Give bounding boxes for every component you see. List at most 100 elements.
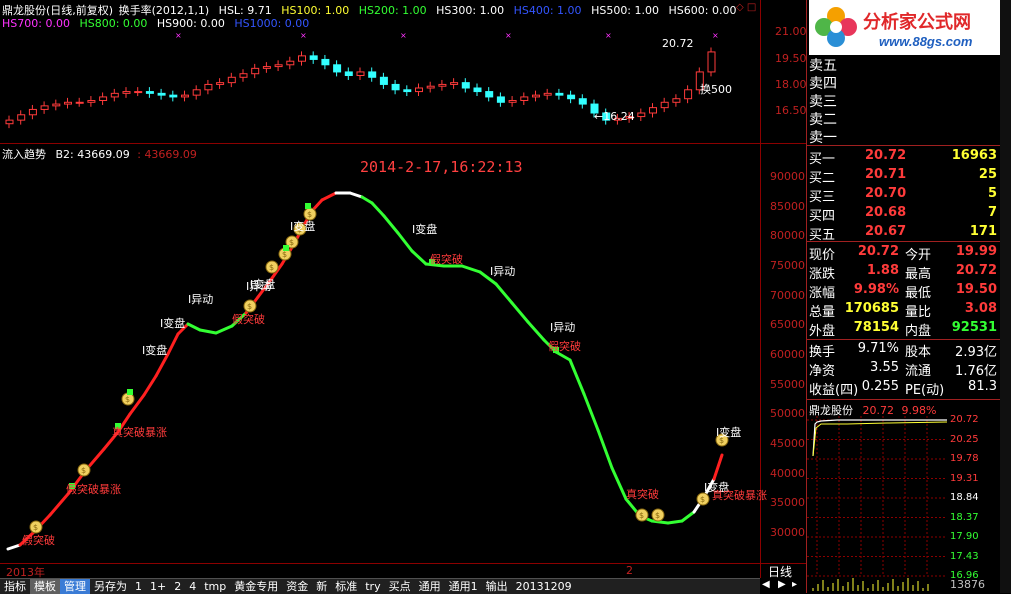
- period-label[interactable]: 日线: [768, 563, 792, 580]
- stat-v2: 20.72: [955, 263, 997, 278]
- formula-tab[interactable]: 通用1: [445, 579, 482, 594]
- svg-text:$: $: [33, 523, 38, 532]
- mini-y-tick: 16.96: [950, 570, 979, 581]
- ad-banner[interactable]: 分析家公式网 www.88gs.com: [809, 0, 1003, 55]
- chart-annotation: 真突破: [626, 488, 659, 501]
- trend-segment: [410, 249, 428, 266]
- mini-chart[interactable]: 鼎龙股份 20.72 9.98% 13876 20.72 20.25 19.78 19…: [807, 400, 1000, 593]
- close-panel-icon[interactable]: ◇ □: [736, 2, 756, 13]
- candle-body: [461, 82, 470, 89]
- formula-tab[interactable]: 管理: [60, 579, 90, 594]
- marker-x-icon: ×: [400, 31, 407, 40]
- formula-tab[interactable]: 1: [131, 579, 146, 594]
- stat2-l1: 换手: [809, 345, 836, 360]
- formula-tab[interactable]: 另存为: [90, 579, 131, 594]
- top-y-tick-0: 21.00: [775, 25, 807, 38]
- expand-button[interactable]: ▸: [792, 579, 797, 590]
- stats2-row: 收益(四) 0.255 PE(动) 81.3: [809, 379, 999, 398]
- sell-label: 卖二: [809, 112, 837, 128]
- trend-segment: [510, 301, 530, 324]
- stats-row: 现价 20.72 今开 19.99: [809, 244, 999, 263]
- trend-segment: [650, 519, 670, 525]
- legend-hs500: HS500: 1.00: [591, 4, 660, 17]
- candle-body: [286, 60, 295, 66]
- bottom-y-tick: 90000: [770, 170, 805, 183]
- formula-tab[interactable]: 2: [170, 579, 185, 594]
- candle-body: [684, 89, 693, 100]
- formula-tab[interactable]: 新: [312, 579, 331, 594]
- bottom-y-tick: 40000: [770, 466, 805, 480]
- formula-tab[interactable]: tmp: [200, 579, 230, 594]
- signal-marker: [283, 245, 289, 251]
- formula-tab[interactable]: 标准: [331, 579, 361, 594]
- scroll-left-button[interactable]: ◀: [762, 579, 770, 590]
- candle-body: [40, 105, 49, 110]
- formula-tab[interactable]: 模板: [30, 579, 60, 594]
- formula-tab[interactable]: 资金: [282, 579, 312, 594]
- stat-l1: 总量: [809, 305, 836, 320]
- stat2-l2: 流通: [905, 364, 932, 379]
- scroll-right-button[interactable]: ▶: [778, 579, 786, 590]
- formula-tab[interactable]: try: [361, 579, 384, 594]
- low-price-value: 16.24: [603, 110, 635, 123]
- chart-annotation: 假突破: [22, 534, 55, 547]
- buy-price: 20.72: [865, 148, 907, 163]
- candle-body: [403, 89, 412, 93]
- right-scrollbar[interactable]: [1000, 0, 1011, 593]
- stat2-v1: 9.71%: [857, 341, 899, 356]
- trend-segment: [582, 392, 600, 432]
- trend-segment: [666, 519, 684, 525]
- svg-text:$: $: [700, 495, 705, 504]
- top-panel[interactable]: 鼎龙股份(日线,前复权) 换手率(2012,1,1) HSL: 9.71 HS1…: [0, 0, 807, 143]
- buy-row-3: 买三 20.70 5: [809, 186, 999, 205]
- formula-tab[interactable]: 1+: [146, 579, 170, 594]
- formula-tab[interactable]: 买点: [385, 579, 415, 594]
- candle-body: [520, 96, 529, 102]
- candle-body: [391, 83, 400, 91]
- chart-annotation: 假突破: [430, 253, 463, 266]
- bottom-panel[interactable]: 流入趋势 B2: 43669.09 : 43669.09 2014-2-17,1…: [0, 144, 805, 563]
- candle-body: [192, 89, 201, 96]
- svg-text:$: $: [247, 302, 252, 311]
- stats2-row: 净资 3.55 流通 1.76亿: [809, 360, 999, 379]
- candle-body: [262, 66, 271, 69]
- trend-segment: [214, 324, 234, 335]
- trend-segment: [6, 543, 22, 551]
- svg-text:$: $: [639, 511, 644, 520]
- bottom-y-tick: 75000: [770, 259, 805, 272]
- candle-body: [251, 67, 260, 75]
- bottom-y-tick: 30000: [770, 526, 805, 539]
- candle-body: [204, 83, 213, 91]
- candle-body: [543, 92, 552, 96]
- mini-y-tick: 20.72: [950, 414, 979, 425]
- svg-text:$: $: [269, 263, 274, 272]
- bottom-y-tick: 85000: [770, 199, 805, 213]
- stat-v1: 78154: [853, 320, 899, 335]
- trend-segment: [526, 320, 546, 342]
- legend-hs100: HS100: 1.00: [281, 4, 350, 17]
- stock-title: 鼎龙股份(日线,前复权): [2, 4, 114, 17]
- trend-segment: [370, 201, 386, 218]
- stat-l1: 现价: [809, 248, 836, 263]
- formula-tab[interactable]: 20131209: [512, 579, 576, 594]
- stat-v2: 19.50: [955, 282, 997, 297]
- signal-marker: [305, 203, 311, 209]
- formula-tab[interactable]: 黄金专用: [230, 579, 282, 594]
- top-y-tick-3: 16.50: [775, 104, 807, 117]
- formula-tab[interactable]: 输出: [482, 579, 512, 594]
- chart-annotation: I异动: [188, 293, 214, 306]
- candle-body: [309, 55, 318, 60]
- formula-tab[interactable]: 指标: [0, 579, 30, 594]
- trend-segment: [610, 466, 628, 501]
- stat-v1: 1.88: [866, 263, 899, 278]
- chart-annotation: I变盘: [412, 223, 438, 236]
- sell-row-1: 卖一: [809, 127, 999, 146]
- legend-hs400: HS400: 1.00: [513, 4, 582, 17]
- formula-tab[interactable]: 通用: [415, 579, 445, 594]
- legend-hs600: HS600: 0.00: [668, 4, 737, 17]
- svg-text:$: $: [81, 466, 86, 475]
- candle-body: [672, 98, 681, 103]
- formula-tab[interactable]: 4: [185, 579, 200, 594]
- candle-body: [181, 94, 189, 98]
- candle-body: [169, 94, 178, 98]
